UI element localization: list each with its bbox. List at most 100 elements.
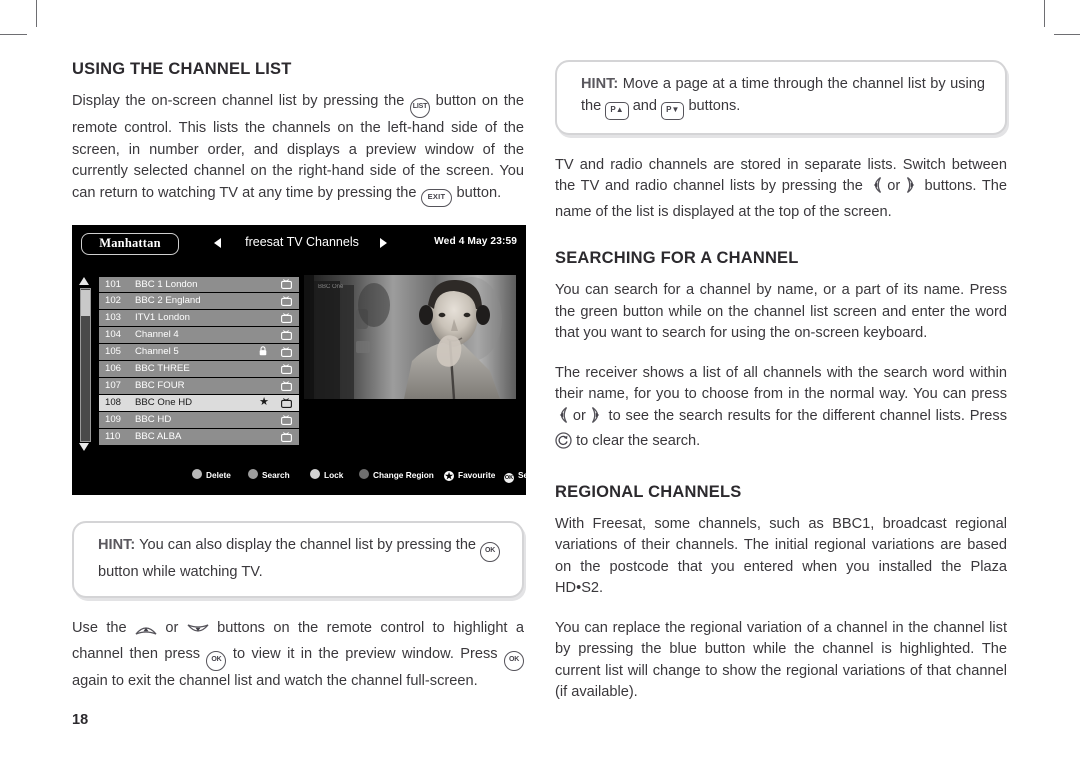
footer-button-label: Lock: [324, 469, 344, 480]
navigation-paragraph: Use the or buttons on the remote control…: [72, 618, 525, 692]
intro-text-part-3: button.: [456, 184, 502, 201]
right-column: HINT: Move a page at a time through the …: [555, 60, 1007, 704]
crop-mark-top-right-vertical: [1044, 0, 1045, 27]
triangle-right-icon[interactable]: [380, 237, 387, 248]
channel-name: BBC FOUR: [135, 380, 185, 392]
channel-name: Channel 4: [135, 329, 179, 341]
channel-name: BBC ALBA: [135, 431, 182, 443]
tv-channel-icon: [281, 364, 292, 380]
channel-name: ITV1 London: [135, 312, 190, 324]
colour-dot-icon: [192, 468, 202, 479]
tv-channel-icon: [281, 313, 292, 329]
arrow-left-button-icon: [555, 406, 568, 432]
channel-list-scrollbar[interactable]: [78, 276, 91, 451]
nav-text-part-1: Use the: [72, 620, 127, 636]
crop-mark-top-left-vertical: [36, 0, 37, 27]
search-paragraph-1: You can search for a channel by name, or…: [555, 282, 1007, 341]
channel-number: 108: [105, 397, 122, 409]
hint-text: HINT: Move a page at a time through the …: [581, 74, 985, 120]
manual-page: USING THE CHANNEL LIST Display the on-sc…: [0, 0, 1080, 782]
ok-button-icon: OK: [504, 650, 525, 671]
footer-button-search[interactable]: Search: [248, 468, 290, 482]
footer-button-delete[interactable]: Delete: [192, 468, 231, 482]
channel-number: 110: [105, 431, 121, 443]
tv-channel-icon: [281, 432, 292, 448]
exit-button-icon: EXIT: [420, 188, 453, 207]
hint-text-and: and: [632, 97, 658, 114]
channel-down-button-icon: [187, 622, 209, 644]
tv-channel-icon: [281, 398, 292, 414]
channel-list-name: freesat TV Channels: [245, 234, 359, 249]
arrow-right-button-icon: [906, 176, 919, 202]
channel-name: BBC THREE: [135, 363, 190, 375]
search-text-or: or: [572, 407, 586, 424]
channel-list-screenshot: Manhattan freesat TV Channels Wed 4 May …: [72, 224, 526, 495]
tv-channel-icon: [281, 347, 292, 363]
section-title-regional: REGIONAL CHANNELS: [555, 482, 742, 501]
channel-list-row[interactable]: 106 BBC THREE: [99, 361, 299, 380]
hint-text-part-1: You can also display the channel list by…: [139, 536, 477, 553]
colour-dot-icon: [310, 468, 320, 479]
channel-list-row[interactable]: 103 ITV1 London: [99, 310, 299, 329]
preview-video-still: BBC One: [304, 274, 516, 399]
back-refresh-button-icon: [555, 432, 572, 457]
channel-number: 102: [105, 295, 122, 307]
page-up-button-icon: P▲: [605, 101, 629, 120]
footer-button-favourite[interactable]: ★ Favourite: [444, 469, 495, 482]
scrollbar-thumb[interactable]: [81, 289, 90, 316]
arrow-right-button-icon: [591, 406, 604, 432]
channel-preview-window: BBC One: [304, 274, 516, 399]
channel-number: 105: [105, 346, 122, 358]
footer-button-label: Select: [518, 469, 526, 480]
nav-text-or: or: [165, 620, 179, 636]
section-title-searching: SEARCHING FOR A CHANNEL: [555, 249, 799, 267]
ok-button-icon: OK: [480, 541, 501, 562]
channel-list-footer-buttons: Delete Search Lock Change Region ★ Favourite O…: [72, 468, 526, 485]
channel-list-row[interactable]: 102 BBC 2 England: [99, 293, 299, 310]
channel-list-row[interactable]: 101 BBC 1 London: [99, 276, 299, 293]
lock-icon: [259, 346, 267, 362]
channel-name: BBC One HD: [135, 397, 193, 409]
channel-list: 101 BBC 1 London 102 BBC 2 England 103 ITV1 L…: [99, 276, 299, 447]
channel-list-row[interactable]: 104 Channel 4: [99, 327, 299, 346]
channel-name: BBC 1 London: [135, 278, 198, 290]
channel-name: BBC HD: [135, 414, 172, 426]
channel-name: BBC 2 England: [135, 295, 201, 307]
tv-channel-icon: [281, 381, 292, 397]
nav-text-part-3: to view it in the preview window. Press: [232, 645, 498, 662]
channel-list-row[interactable]: 109 BBC HD: [99, 412, 299, 428]
channel-number: 101: [105, 278, 122, 290]
channel-list-row[interactable]: 108 BBC One HD ★: [99, 395, 299, 411]
left-column: USING THE CHANNEL LIST Display the on-sc…: [72, 60, 526, 692]
scroll-up-arrow-icon[interactable]: [79, 276, 89, 285]
tv-channel-icon: [281, 330, 292, 346]
footer-button-label: Search: [262, 469, 290, 480]
tv-datetime: Wed 4 May 23:59: [434, 235, 517, 247]
hint-label: HINT:: [98, 536, 136, 553]
tv-header-bar: Manhattan freesat TV Channels Wed 4 May …: [72, 225, 526, 261]
footer-button-lock[interactable]: Lock: [310, 468, 344, 482]
search-text-part-1: The receiver shows a list of all channel…: [555, 364, 1007, 403]
channel-list-row[interactable]: 107 BBC FOUR: [99, 378, 299, 394]
intro-text-part-1: Display the on-screen channel list by pr…: [72, 93, 405, 109]
footer-button-change-region[interactable]: Change Region: [359, 468, 434, 482]
crop-mark-top-right-horizontal: [1054, 34, 1080, 35]
channel-list-row[interactable]: 110 BBC ALBA: [99, 429, 299, 445]
footer-button-select[interactable]: OK Select: [504, 469, 526, 483]
channel-name: Channel 5: [135, 346, 179, 358]
separate-lists-paragraph: TV and radio channels are stored in sepa…: [555, 155, 1007, 224]
footer-button-label: Favourite: [458, 469, 496, 480]
channel-number: 107: [105, 380, 122, 392]
search-paragraph-2: The receiver shows a list of all channel…: [555, 363, 1007, 457]
channel-list-row[interactable]: 105 Channel 5: [99, 344, 299, 363]
scroll-down-arrow-icon[interactable]: [79, 442, 89, 451]
arrow-left-button-icon: [869, 176, 882, 202]
footer-button-label: Change Region: [373, 469, 434, 480]
scrollbar-track[interactable]: [80, 287, 91, 442]
page-down-button-icon: P▼: [661, 101, 685, 120]
page-up-label: P: [610, 104, 616, 114]
nav-text-part-4: again to exit the channel list and watch…: [72, 672, 478, 689]
list-button-icon: LIST: [409, 98, 430, 118]
triangle-left-icon[interactable]: [214, 237, 221, 248]
search-text-part-2: to see the search results for the differ…: [608, 407, 1008, 424]
